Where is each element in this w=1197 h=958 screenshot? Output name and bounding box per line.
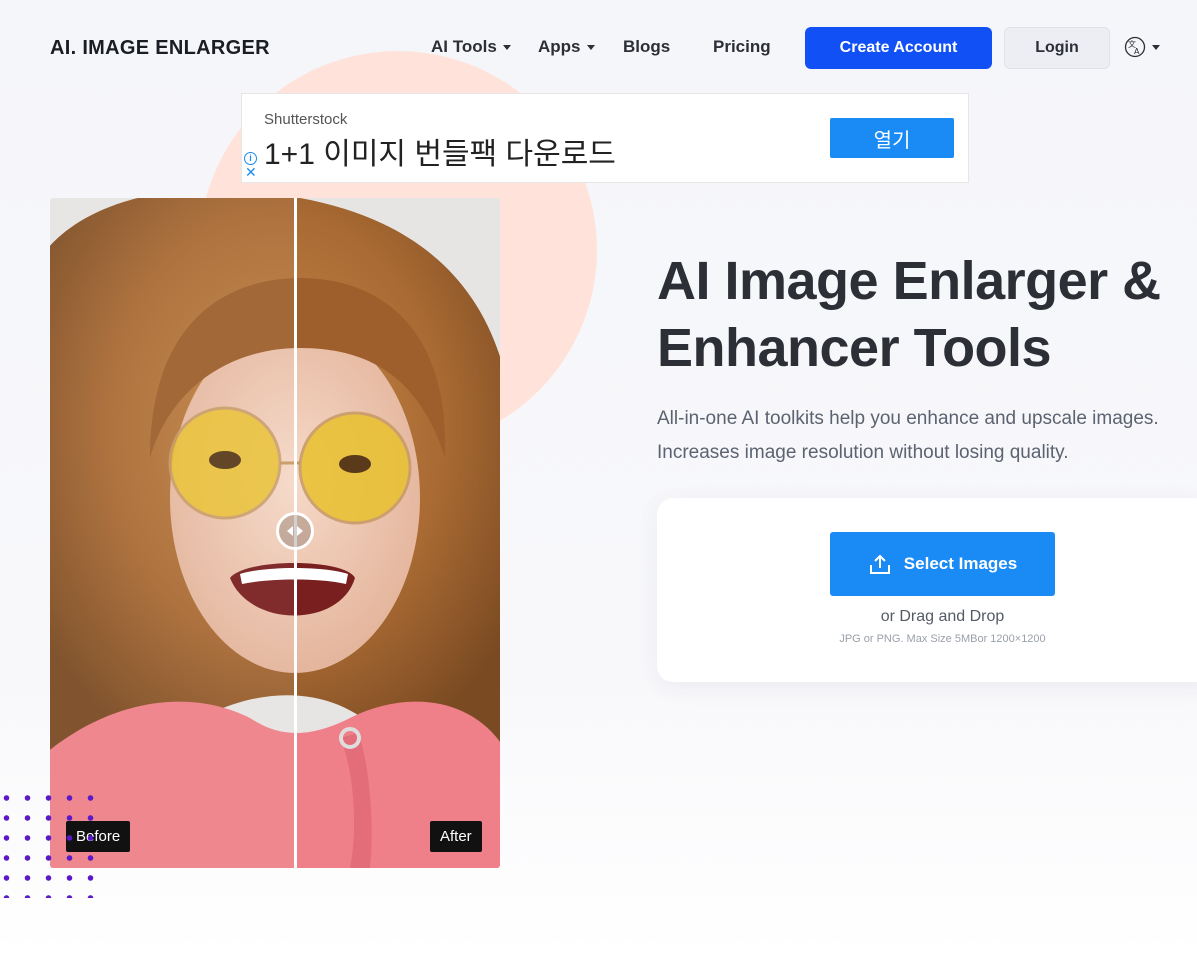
chevron-down-icon: [586, 44, 595, 50]
site-logo[interactable]: AI. IMAGE ENLARGER: [50, 37, 270, 60]
hero-subtitle: All-in-one AI toolkits help you enhance …: [657, 402, 1159, 470]
upload-icon: [869, 554, 890, 574]
hero-title-line-2: Enhancer Tools: [657, 318, 1052, 378]
chevron-down-icon: [1152, 44, 1160, 50]
nav-apps-label: Apps: [538, 37, 581, 56]
ad-close-icon[interactable]: ✕: [245, 165, 257, 179]
before-after-comparison-image[interactable]: [50, 198, 500, 868]
advertisement-banner[interactable]: Shutterstock 1+1 이미지 번들팩 다운로드 열기 i ✕: [241, 93, 969, 183]
select-images-label: Select Images: [903, 554, 1018, 573]
arrow-right-icon: [297, 526, 303, 536]
nav-blogs[interactable]: Blogs: [623, 37, 670, 57]
svg-text:A: A: [1134, 47, 1140, 56]
language-selector[interactable]: 文 A: [1124, 36, 1160, 58]
select-images-button[interactable]: Select Images: [830, 532, 1055, 596]
login-button[interactable]: Login: [1004, 27, 1110, 69]
create-account-button[interactable]: Create Account: [805, 27, 992, 69]
hero-title: AI Image Enlarger & Enhancer Tools: [657, 248, 1197, 382]
hero-title-line-1: AI Image Enlarger &: [657, 251, 1161, 311]
comparison-slider-handle[interactable]: [276, 512, 314, 550]
nav-apps[interactable]: Apps: [538, 37, 595, 57]
nav-pricing[interactable]: Pricing: [713, 37, 771, 57]
nav-pricing-label: Pricing: [713, 37, 771, 56]
hero-subtitle-line-2: Increases image resolution without losin…: [657, 442, 1069, 463]
after-label: After: [430, 821, 482, 852]
hero-subtitle-line-1: All-in-one AI toolkits help you enhance …: [657, 408, 1159, 429]
arrow-left-icon: [287, 526, 293, 536]
decorative-dot-grid: [0, 788, 95, 898]
ad-open-button[interactable]: 열기: [830, 118, 954, 158]
drag-drop-text: or Drag and Drop: [880, 608, 1005, 625]
file-requirements-hint: JPG or PNG. Max Size 5MBor 1200×1200: [839, 633, 1046, 645]
nav-ai-tools[interactable]: AI Tools: [431, 37, 511, 57]
ad-title[interactable]: 1+1 이미지 번들팩 다운로드: [264, 129, 616, 173]
ad-source: Shutterstock: [264, 111, 348, 128]
translate-icon: 文 A: [1124, 36, 1146, 58]
nav-ai-tools-label: AI Tools: [431, 37, 497, 56]
nav-blogs-label: Blogs: [623, 37, 671, 56]
chevron-down-icon: [502, 44, 511, 50]
